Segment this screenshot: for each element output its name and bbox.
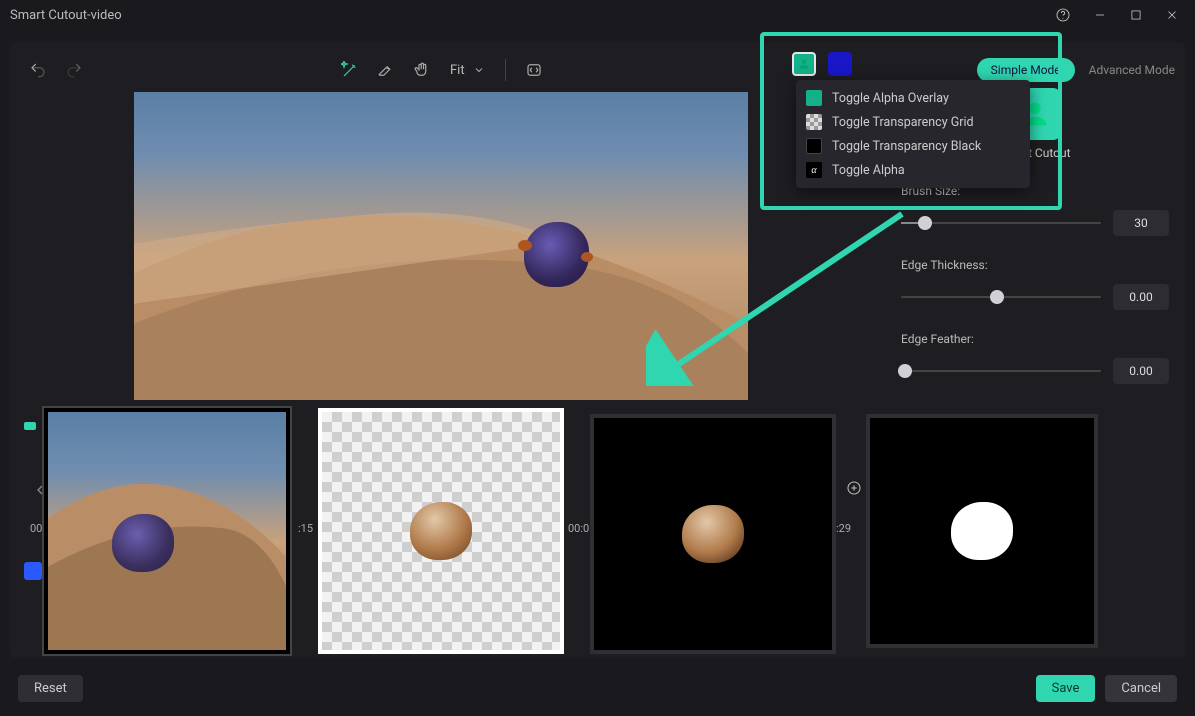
advanced-mode-tab[interactable]: Advanced Mode: [1089, 63, 1175, 77]
chevron-down-icon: [473, 64, 485, 76]
toggle-alpha-item[interactable]: α Toggle Alpha: [796, 158, 1030, 182]
edge-thickness-slider[interactable]: [901, 296, 1101, 298]
separator: [505, 59, 506, 81]
overlay-dropdown: Toggle Alpha Overlay Toggle Transparency…: [796, 80, 1030, 188]
mode-toggle[interactable]: Simple Mode: [977, 58, 1075, 82]
time-marker: :15: [298, 522, 313, 535]
subject-object: [524, 222, 589, 287]
edge-feather-slider[interactable]: [901, 370, 1101, 372]
person-icon: [806, 90, 822, 106]
cancel-button[interactable]: Cancel: [1105, 675, 1177, 702]
zoom-fit-select[interactable]: Fit: [440, 59, 495, 82]
timeline-clip[interactable]: [24, 562, 42, 580]
fit-label: Fit: [450, 63, 465, 78]
time-marker: 00:0: [568, 522, 589, 535]
redo-button[interactable]: [56, 52, 92, 88]
preview-viewport[interactable]: [134, 92, 748, 400]
time-marker: 00: [30, 522, 42, 535]
brush-size-value[interactable]: 30: [1113, 210, 1169, 236]
preview-alpha-overlay[interactable]: [44, 408, 290, 654]
checker-icon: [806, 114, 822, 130]
playhead-marker[interactable]: [24, 422, 36, 430]
titlebar: Smart Cutout-video: [0, 0, 1195, 30]
footer: Reset Save Cancel: [0, 670, 1195, 706]
preview-alpha[interactable]: [866, 414, 1098, 648]
hand-tool-button[interactable]: [404, 52, 440, 88]
toggle-transparency-black-item[interactable]: Toggle Transparency Black: [796, 134, 1030, 158]
brush-size-slider[interactable]: [901, 222, 1101, 224]
overlay-swatches: [792, 52, 852, 76]
alpha-overlay-swatch[interactable]: [792, 52, 816, 76]
scene-illustration: [134, 184, 748, 400]
edge-thickness-value[interactable]: 0.00: [1113, 284, 1169, 310]
compare-button[interactable]: [516, 52, 552, 88]
help-icon[interactable]: [1055, 7, 1071, 23]
toggle-transparency-grid-item[interactable]: Toggle Transparency Grid: [796, 110, 1030, 134]
edge-feather-value[interactable]: 0.00: [1113, 358, 1169, 384]
preview-transparency-black[interactable]: [590, 414, 836, 654]
eraser-button[interactable]: [368, 52, 404, 88]
save-button[interactable]: Save: [1036, 675, 1096, 702]
window-title: Smart Cutout-video: [10, 8, 1055, 23]
simple-mode-tab[interactable]: Simple Mode: [977, 58, 1075, 82]
undo-button[interactable]: [20, 52, 56, 88]
maximize-icon[interactable]: [1129, 8, 1143, 22]
minimize-icon[interactable]: [1093, 8, 1107, 22]
preview-thumbnails: 00 :15 00:0 :29: [14, 404, 1181, 666]
preview-transparency-grid[interactable]: [318, 408, 564, 654]
alpha-icon: α: [806, 162, 822, 178]
magic-brush-button[interactable]: [332, 52, 368, 88]
close-icon[interactable]: [1165, 8, 1179, 22]
edge-thickness-label: Edge Thickness:: [901, 258, 1169, 272]
blue-overlay-swatch[interactable]: [828, 52, 852, 76]
add-marker-button[interactable]: [846, 480, 862, 500]
time-marker: :29: [836, 522, 851, 535]
toggle-alpha-overlay-item[interactable]: Toggle Alpha Overlay: [796, 86, 1030, 110]
reset-button[interactable]: Reset: [18, 675, 83, 702]
black-icon: [806, 138, 822, 154]
edge-feather-label: Edge Feather:: [901, 332, 1169, 346]
